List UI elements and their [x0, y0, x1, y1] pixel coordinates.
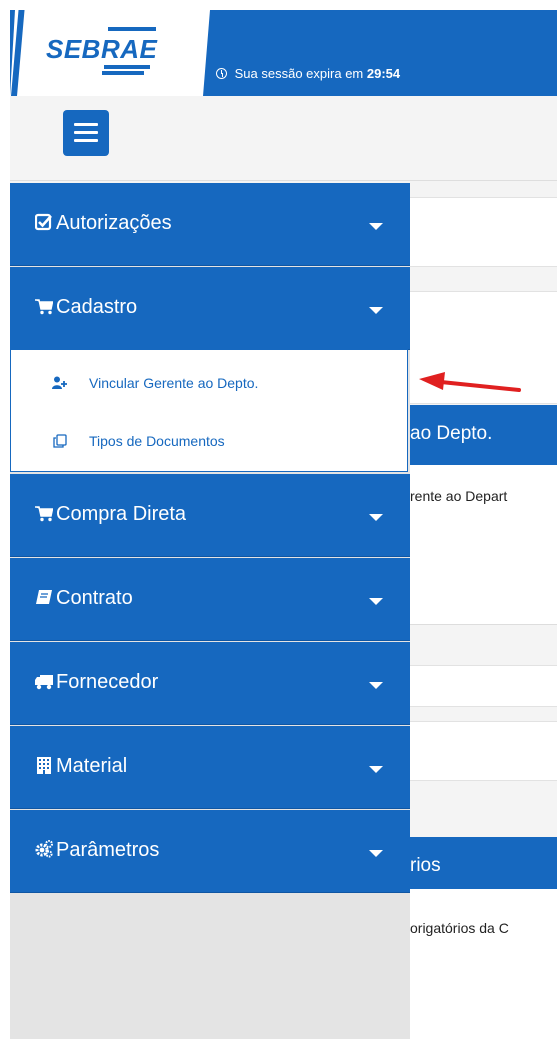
sidebar-menu: Autorizações Cadastro Compra Direta Cont… — [10, 183, 410, 1039]
submenu-item-label: Tipos de Documentos — [89, 433, 225, 449]
chevron-down-icon — [369, 307, 383, 314]
menu-toggle-button[interactable] — [63, 110, 109, 156]
sebrae-logo[interactable]: SEBRAE — [46, 27, 186, 75]
logo-stripe — [11, 10, 25, 96]
annotation-arrow-icon — [419, 372, 521, 392]
chevron-down-icon — [369, 682, 383, 689]
book-icon — [36, 590, 52, 604]
sidebar-item-label: Fornecedor — [56, 671, 159, 693]
panel-title: ao Depto. — [410, 423, 493, 444]
building-icon — [37, 757, 51, 774]
session-time: 29:54 — [366, 66, 401, 81]
checkbox-icon — [35, 213, 52, 231]
panel-text: origatórios da C — [410, 920, 509, 936]
cadastro-submenu: Vincular Gerente ao Depto. Tipos de Docu… — [10, 349, 408, 472]
hamburger-icon — [74, 123, 98, 126]
sidebar-item-label: Autorizações — [56, 212, 172, 234]
session-prefix: Sua sessão expira em — [234, 66, 364, 81]
cart-icon — [35, 299, 53, 315]
cart-icon — [35, 506, 53, 522]
chevron-down-icon — [369, 598, 383, 605]
submenu-item-label: Vincular Gerente ao Depto. — [89, 375, 259, 391]
sidebar-item-autorizacoes[interactable]: Autorizações — [10, 183, 410, 266]
chevron-down-icon — [369, 514, 383, 521]
sidebar-item-compra-direta[interactable]: Compra Direta — [10, 474, 410, 557]
cogs-icon — [35, 840, 53, 858]
sidebar-item-label: Parâmetros — [56, 839, 160, 861]
panel-text: rente ao Depart — [410, 488, 508, 504]
sidebar-item-material[interactable]: Material — [10, 726, 410, 809]
sidebar-item-fornecedor[interactable]: Fornecedor — [10, 642, 410, 725]
user-plus-icon — [52, 376, 67, 389]
copy-icon — [53, 434, 67, 448]
sidebar-item-label: Contrato — [56, 587, 133, 609]
chevron-down-icon — [369, 850, 383, 857]
chevron-down-icon — [369, 766, 383, 773]
truck-icon — [35, 675, 53, 690]
chevron-down-icon — [369, 223, 383, 230]
sidebar-item-parametros[interactable]: Parâmetros — [10, 810, 410, 893]
panel-title: rios — [410, 855, 441, 876]
top-header: SEBRAE Sua sessão expira em 29:54 — [10, 10, 557, 96]
session-timer: Sua sessão expira em 29:54 — [216, 66, 400, 81]
logo-text: SEBRAE — [46, 34, 158, 64]
sidebar-item-contrato[interactable]: Contrato — [10, 558, 410, 641]
submenu-item-tipos-documentos[interactable]: Tipos de Documentos — [11, 412, 407, 470]
sidebar-item-label: Compra Direta — [56, 503, 187, 525]
sidebar-item-label: Cadastro — [56, 296, 138, 318]
sidebar-item-cadastro[interactable]: Cadastro — [10, 267, 410, 350]
sidebar-item-label: Material — [56, 755, 128, 777]
logo-area: SEBRAE — [10, 10, 210, 96]
submenu-item-vincular-gerente[interactable]: Vincular Gerente ao Depto. — [11, 354, 407, 412]
clock-icon — [216, 68, 227, 79]
